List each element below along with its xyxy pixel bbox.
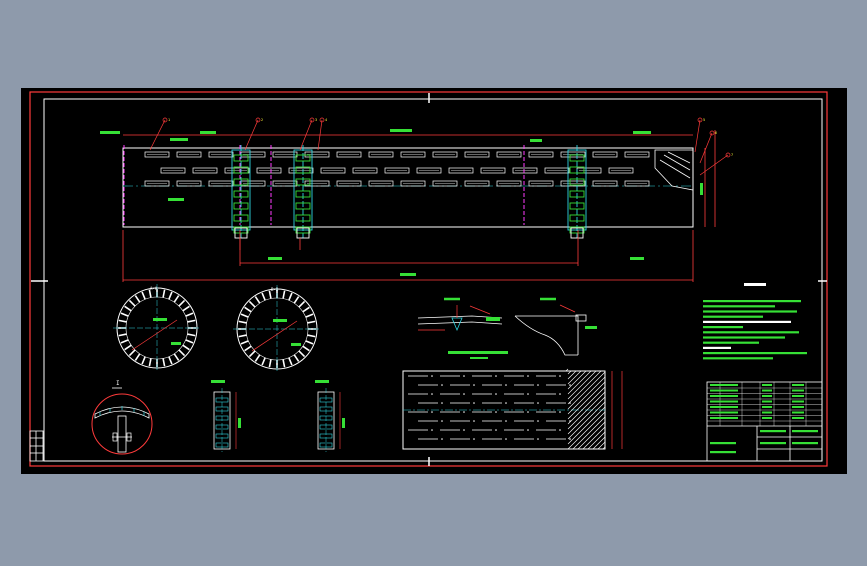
engineering-drawing: 1 2 3 4 5 6 7 A-A B-B I	[21, 88, 847, 474]
cad-drawing-viewport: 1 2 3 4 5 6 7 A-A B-B I	[0, 0, 867, 562]
section-label-circle-a: A-A	[150, 286, 158, 291]
item-number-label: 7	[731, 153, 733, 157]
section-label-circle-b: B-B	[271, 287, 279, 292]
item-number-label: 5	[703, 118, 705, 122]
item-number-label: 3	[315, 118, 317, 122]
detail-label-i: I	[116, 380, 120, 387]
item-number-label: 2	[261, 118, 263, 122]
item-number-label: 6	[715, 131, 717, 135]
item-number-label: 4	[325, 118, 327, 122]
item-number-label: 1	[168, 118, 170, 122]
